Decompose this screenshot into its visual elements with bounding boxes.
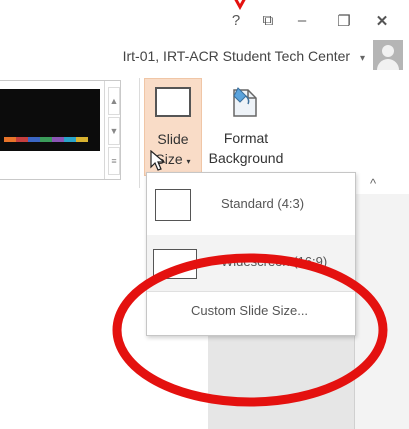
account-name-label: Irt-01, IRT-ACR Student Tech Center [122, 48, 351, 64]
account-name[interactable]: Irt-01, IRT-ACR Student Tech Center ▾ [123, 48, 365, 64]
menu-divider [147, 291, 355, 292]
gallery-more-icon[interactable]: ≡ [108, 147, 120, 175]
slide-size-icon [155, 87, 191, 117]
collapse-ribbon-icon[interactable]: ^ [370, 176, 376, 191]
format-background-icon [233, 87, 257, 117]
widescreen-aspect-icon [153, 249, 197, 279]
theme-thumbnail[interactable] [0, 89, 100, 151]
mouse-cursor-icon [150, 150, 166, 171]
scroll-pane[interactable] [354, 194, 409, 429]
menu-item-standard[interactable]: Standard (4:3) [147, 177, 355, 233]
avatar-head [382, 45, 394, 57]
avatar-body [377, 59, 399, 70]
ribbon-display-options-icon[interactable]: ⧉ [258, 12, 278, 29]
gallery-scroll[interactable]: ▲ ▼ ≡ [104, 81, 121, 179]
account-caret-icon: ▾ [359, 53, 365, 64]
avatar[interactable] [373, 40, 403, 70]
title-bar: ? ⧉ – ❐ ✕ [0, 0, 409, 38]
slide-size-menu: Standard (4:3) Widescreen (16:9) Custom … [146, 172, 356, 336]
format-background-label-line2: Background [208, 150, 284, 166]
account-bar: Irt-01, IRT-ACR Student Tech Center ▾ [0, 38, 409, 74]
menu-item-widescreen[interactable]: Widescreen (16:9) [147, 235, 355, 291]
slide-size-label-line1: Slide [157, 131, 189, 147]
format-background-button[interactable]: Format Background [204, 78, 284, 174]
menu-item-custom-slide-size[interactable]: Custom Slide Size... [147, 293, 355, 331]
format-background-label-line1: Format [223, 130, 269, 146]
menu-item-custom-label: Custom Slide Size... [191, 303, 309, 318]
menu-item-widescreen-label: Widescreen (16:9) [221, 254, 328, 269]
ribbon-group-divider [139, 78, 140, 188]
annotation-arrow-icon [234, 0, 246, 10]
menu-item-standard-label: Standard (4:3) [221, 196, 305, 211]
theme-variants-gallery[interactable]: ▲ ▼ ≡ [0, 80, 121, 180]
theme-color-swatches [4, 137, 94, 142]
slide-size-caret-icon: ▾ [186, 157, 191, 166]
help-button[interactable]: ? [226, 12, 246, 29]
minimize-button[interactable]: – [292, 12, 312, 29]
gallery-up-icon[interactable]: ▲ [108, 87, 120, 115]
gallery-down-icon[interactable]: ▼ [108, 117, 120, 145]
standard-aspect-icon [155, 189, 191, 221]
close-button[interactable]: ✕ [372, 12, 392, 30]
restore-button[interactable]: ❐ [334, 12, 354, 30]
